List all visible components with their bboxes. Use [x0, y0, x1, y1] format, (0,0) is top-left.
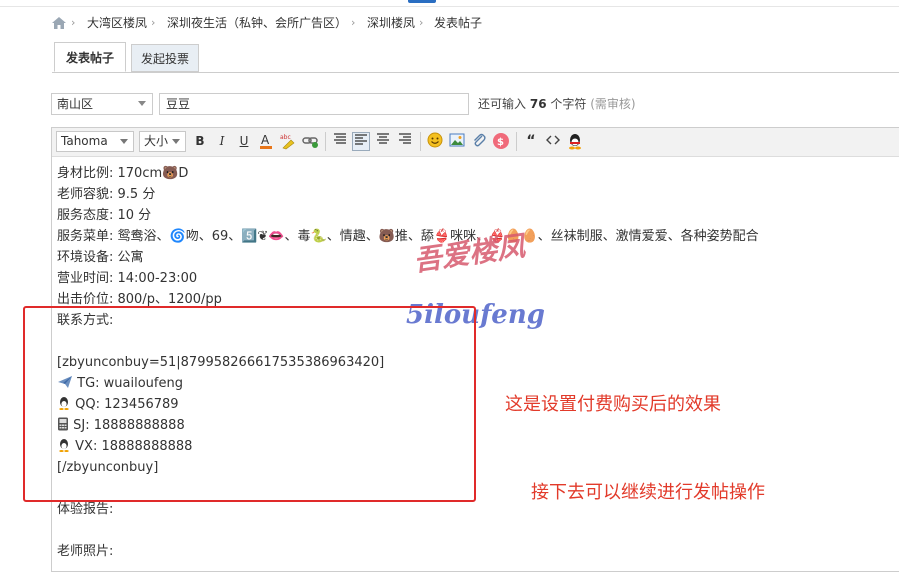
breadcrumb-item-current: 发表帖子 [434, 16, 483, 30]
category-select-value: 南山区 [57, 97, 94, 111]
italic-button[interactable]: I [213, 132, 231, 151]
char-remaining: 还可输入 76 个字符 (需审核) [478, 96, 636, 112]
svg-text:abc: abc [280, 134, 291, 141]
bold-button[interactable]: B [191, 132, 209, 151]
attachment-icon[interactable] [470, 132, 488, 151]
chevron-down-icon [172, 139, 180, 144]
remain-prefix: 还可输入 [478, 97, 527, 111]
top-button-edge [408, 0, 436, 3]
top-strip [0, 0, 899, 7]
chevron-down-icon [138, 101, 146, 106]
body-line-photos: 老师照片: [57, 544, 114, 559]
breadcrumb-separator: › [351, 16, 356, 29]
home-icon[interactable] [52, 17, 66, 32]
image-icon[interactable] [448, 132, 466, 151]
body-line-attitude: 服务态度: 10 分 [57, 208, 152, 223]
link-icon[interactable] [301, 132, 319, 151]
font-family-select[interactable]: Tahoma [56, 131, 134, 152]
chevron-down-icon [120, 139, 128, 144]
breadcrumb-item-dawanqu[interactable]: 大湾区楼凤 [87, 14, 147, 32]
toolbar-divider [420, 132, 421, 151]
annotation-note-2: 接下去可以继续进行发帖操作 [531, 482, 765, 503]
remain-suffix: 个字符 [550, 97, 587, 111]
font-size-value: 大小 [144, 134, 169, 148]
align-left-icon[interactable] [352, 132, 370, 151]
breadcrumb-separator: › [151, 16, 156, 29]
annotation-note-1: 这是设置付费购买后的效果 [505, 394, 721, 415]
align-center-icon[interactable] [374, 132, 392, 151]
body-line-looks: 老师容貌: 9.5 分 [57, 187, 156, 202]
title-input[interactable]: 豆豆 [159, 93, 469, 115]
align-justify-icon[interactable] [331, 132, 349, 151]
breadcrumb-item-shenzhen[interactable]: 深圳楼凤 [367, 14, 415, 32]
toolbar-divider [325, 132, 326, 151]
quote-button[interactable]: “ [522, 132, 540, 151]
remain-count: 76 [529, 97, 547, 111]
tab-new-post[interactable]: 发表帖子 [54, 42, 126, 72]
breadcrumb-separator: › [419, 16, 424, 29]
font-size-select[interactable]: 大小 [139, 131, 186, 152]
breadcrumb-separator: › [71, 16, 76, 29]
tab-new-poll[interactable]: 发起投票 [131, 44, 199, 72]
paid-content-icon[interactable]: $ [492, 132, 510, 151]
category-select[interactable]: 南山区 [51, 93, 153, 115]
breadcrumb-item-nightlife[interactable]: 深圳夜生活（私钟、会所广告区） [167, 14, 347, 32]
body-line-report: 体验报告: [57, 502, 114, 517]
align-right-icon[interactable] [396, 132, 414, 151]
body-line-figure: 身材比例: 170cm🐻D [57, 166, 189, 181]
font-color-icon[interactable]: A [257, 132, 275, 151]
font-family-value: Tahoma [61, 134, 108, 148]
body-line-hours: 营业时间: 14:00-23:00 [57, 271, 198, 286]
highlight-icon[interactable]: abc [279, 132, 297, 151]
breadcrumb: › 大湾区楼凤 › 深圳夜生活（私钟、会所广告区） › 深圳楼凤 › 发表帖子 [52, 14, 612, 32]
smiley-icon[interactable] [426, 132, 444, 151]
svg-text:$: $ [497, 137, 504, 148]
remain-note: (需审核) [590, 97, 636, 111]
code-icon[interactable] [544, 132, 562, 151]
highlight-box [23, 306, 476, 502]
underline-button[interactable]: U [235, 132, 253, 151]
body-line-menu: 服务菜单: 鸳鸯浴、🌀吻、69、5️⃣❦👄、毒🐍、情趣、🐻推、舔👙咪咪、👙🥚🥚、… [57, 229, 759, 244]
toolbar-divider [516, 132, 517, 151]
svg-text:A: A [261, 133, 270, 147]
qq-icon[interactable] [566, 132, 584, 151]
body-line-environment: 环境设备: 公寓 [57, 250, 144, 265]
